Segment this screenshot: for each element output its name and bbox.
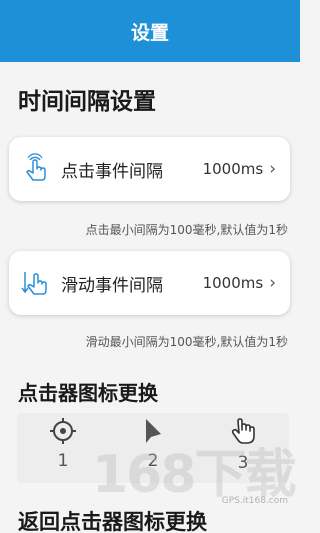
swipe-hand-icon (21, 266, 49, 300)
watermark-url: GPS.it168.com (221, 496, 288, 506)
click-interval-note: 点击最小间隔为100毫秒,默认值为1秒 (85, 223, 288, 237)
swipe-interval-value: 1000ms (202, 274, 264, 292)
swipe-interval-note: 滑动最小间隔为100毫秒,默认值为1秒 (85, 335, 288, 349)
clicker-icon-section-title: 点击器图标更换 (18, 381, 158, 405)
crosshair-icon (50, 418, 76, 444)
next-section-title: 返回点击器图标更换 (18, 510, 207, 533)
click-interval-label: 点击事件间隔 (61, 161, 163, 182)
swipe-interval-row[interactable]: 滑动事件间隔 1000ms › (9, 251, 290, 315)
click-interval-row[interactable]: 点击事件间隔 1000ms › (9, 137, 290, 201)
top-bar: 设置 (0, 0, 300, 62)
clicker-icon-option-1[interactable]: 1 (33, 413, 93, 483)
click-interval-value: 1000ms (202, 160, 264, 178)
chevron-right-icon: › (269, 273, 276, 293)
page-title: 设置 (130, 21, 169, 44)
interval-section-title: 时间间隔设置 (18, 89, 156, 115)
swipe-interval-label: 滑动事件间隔 (61, 275, 163, 296)
tap-hand-icon (21, 152, 49, 186)
clicker-icon-number: 1 (57, 451, 69, 471)
chevron-right-icon: › (269, 159, 276, 179)
